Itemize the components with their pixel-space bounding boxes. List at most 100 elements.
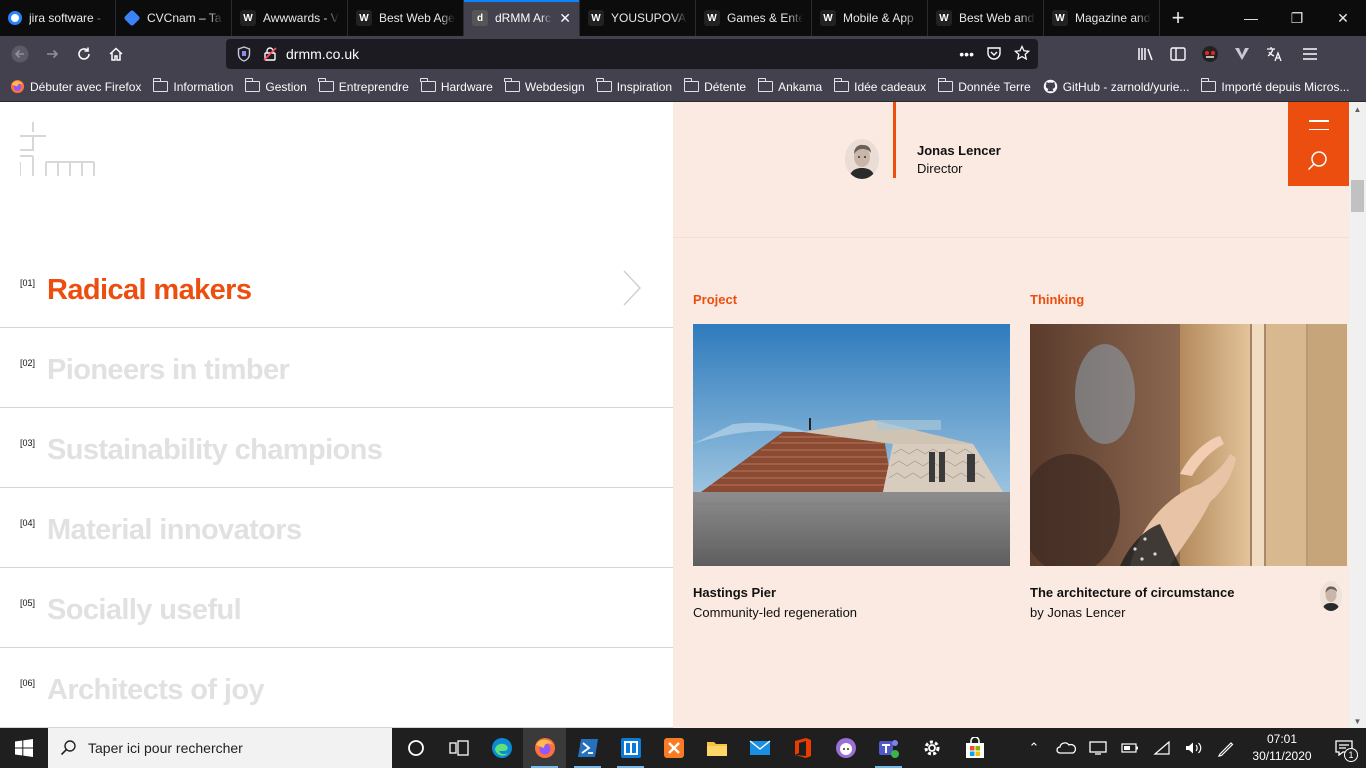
store-icon[interactable] xyxy=(953,728,996,768)
bookmark-folder[interactable]: Ankama xyxy=(757,78,822,94)
sidebar-icon[interactable] xyxy=(1162,38,1194,70)
menu-item-sustainability-champions[interactable]: [03] Sustainability champions xyxy=(0,408,673,488)
extension-icon[interactable] xyxy=(1194,38,1226,70)
person-role: Director xyxy=(917,161,963,176)
scroll-thumb[interactable] xyxy=(1351,180,1364,212)
back-button[interactable] xyxy=(4,38,36,70)
browser-tab[interactable]: W Best Web Age xyxy=(348,0,464,36)
menu-item-architects-of-joy[interactable]: [06] Architects of joy xyxy=(0,648,673,728)
chevron-right-icon[interactable] xyxy=(620,269,644,307)
library-icon[interactable] xyxy=(1130,38,1162,70)
awwwards-icon: W xyxy=(704,10,720,26)
awwwards-icon: W xyxy=(588,10,604,26)
browser-tab[interactable]: W Awwwards - V xyxy=(232,0,348,36)
bookmark-folder[interactable]: Inspiration xyxy=(596,78,672,94)
forward-button[interactable] xyxy=(36,38,68,70)
card-subtitle: Community-led regeneration xyxy=(693,605,858,620)
browser-tab[interactable]: CVCnam – Ta xyxy=(116,0,232,36)
drmm-logo[interactable] xyxy=(19,122,95,183)
browser-tab[interactable]: jira software - xyxy=(0,0,116,36)
wifi-icon[interactable] xyxy=(1146,728,1178,768)
taskbar-search[interactable]: Taper ici pour rechercher xyxy=(48,728,392,768)
browser-tab[interactable]: W YOUSUPOVA xyxy=(580,0,696,36)
card-section-label[interactable]: Project xyxy=(693,292,737,307)
app-window-icon[interactable] xyxy=(609,728,652,768)
xampp-icon[interactable] xyxy=(652,728,695,768)
onedrive-icon[interactable] xyxy=(1050,728,1082,768)
bookmark-folder[interactable]: Donnée Terre xyxy=(937,78,1031,94)
more-actions-icon[interactable]: ••• xyxy=(959,46,974,62)
hamburger-menu-icon[interactable] xyxy=(1290,38,1330,70)
cortana-icon[interactable] xyxy=(394,728,437,768)
bookmark-folder[interactable]: Détente xyxy=(683,78,746,94)
clock-date: 30/11/2020 xyxy=(1252,749,1312,763)
home-button[interactable] xyxy=(100,38,132,70)
restore-button[interactable]: ❐ xyxy=(1274,0,1320,36)
new-tab-button[interactable]: + xyxy=(1160,0,1196,36)
menu-item-radical-makers[interactable]: [01] Radical makers xyxy=(0,248,673,328)
browser-tab[interactable]: W Games & Ente xyxy=(696,0,812,36)
bookmark-folder[interactable]: Importé depuis Micros... xyxy=(1201,78,1349,94)
awwwards-icon: W xyxy=(820,10,836,26)
pocket-icon[interactable] xyxy=(986,45,1002,64)
bookmark-folder[interactable]: Information xyxy=(152,78,233,94)
bookmark-item[interactable]: GitHub - zarnold/yurie... xyxy=(1043,79,1189,94)
volume-icon[interactable] xyxy=(1178,728,1210,768)
pen-workspace-icon[interactable] xyxy=(1210,728,1242,768)
firefox-taskbar-icon[interactable] xyxy=(523,728,566,768)
powershell-icon[interactable] xyxy=(566,728,609,768)
clock[interactable]: 07:01 30/11/2020 xyxy=(1242,731,1322,765)
start-button[interactable] xyxy=(0,728,48,768)
close-window-button[interactable]: ✕ xyxy=(1320,0,1366,36)
browser-tab[interactable]: W Magazine and xyxy=(1044,0,1160,36)
notification-center-icon[interactable]: 1 xyxy=(1322,728,1366,768)
bookmark-folder[interactable]: Idée cadeaux xyxy=(833,78,926,94)
card-section-label[interactable]: Thinking xyxy=(1030,292,1084,307)
hamburger-icon[interactable] xyxy=(1309,120,1329,137)
bookmark-star-icon[interactable] xyxy=(1013,44,1031,64)
shield-icon[interactable] xyxy=(234,46,254,62)
menu-item-socially-useful[interactable]: [05] Socially useful xyxy=(0,568,673,648)
bookmark-folder[interactable]: Webdesign xyxy=(504,78,585,94)
search-icon[interactable] xyxy=(1307,150,1329,172)
hastings-pier-image[interactable] xyxy=(693,324,1010,566)
menu-item-material-innovators[interactable]: [04] Material innovators xyxy=(0,488,673,568)
browser-tab[interactable]: W Mobile & App xyxy=(812,0,928,36)
architecture-of-circumstance-image[interactable] xyxy=(1030,324,1347,566)
translate-icon[interactable] xyxy=(1258,38,1290,70)
minimize-button[interactable]: — xyxy=(1228,0,1274,36)
mail-icon[interactable] xyxy=(738,728,781,768)
page-scrollbar[interactable]: ▲ ▼ xyxy=(1349,102,1366,728)
bookmark-folder[interactable]: Hardware xyxy=(420,78,493,94)
insecure-lock-icon[interactable] xyxy=(260,46,280,62)
edge-icon[interactable] xyxy=(480,728,523,768)
url-bar[interactable]: drmm.co.uk ••• xyxy=(226,39,1038,69)
url-text[interactable]: drmm.co.uk xyxy=(286,46,359,62)
file-explorer-icon[interactable] xyxy=(695,728,738,768)
office-icon[interactable] xyxy=(781,728,824,768)
vivaldi-like-icon[interactable] xyxy=(1226,38,1258,70)
bookmark-item[interactable]: Débuter avec Firefox xyxy=(10,79,141,94)
browser-tab-active[interactable]: d dRMM Arc ✕ xyxy=(464,0,580,36)
bookmark-folder[interactable]: Entreprendre xyxy=(318,78,409,94)
folder-icon xyxy=(833,78,850,92)
teams-icon[interactable] xyxy=(867,728,910,768)
card-title[interactable]: The architecture of circumstance xyxy=(1030,585,1234,600)
tab-bar: jira software - CVCnam – Ta W Awwwards -… xyxy=(0,0,1366,36)
github-desktop-icon[interactable] xyxy=(824,728,867,768)
scroll-down-arrow-icon[interactable]: ▼ xyxy=(1349,714,1366,728)
settings-gear-icon[interactable] xyxy=(910,728,953,768)
battery-icon[interactable] xyxy=(1114,728,1146,768)
menu-item-number: [05] xyxy=(20,598,36,608)
show-hidden-icons-chevron-up-icon[interactable]: ⌃ xyxy=(1018,728,1050,768)
display-icon[interactable] xyxy=(1082,728,1114,768)
scroll-up-arrow-icon[interactable]: ▲ xyxy=(1349,102,1366,116)
reload-button[interactable] xyxy=(68,38,100,70)
task-view-icon[interactable] xyxy=(437,728,480,768)
close-tab-icon[interactable]: ✕ xyxy=(559,10,571,27)
bookmark-folder[interactable]: Gestion xyxy=(245,78,307,94)
browser-tab[interactable]: W Best Web and xyxy=(928,0,1044,36)
card-title[interactable]: Hastings Pier xyxy=(693,585,776,600)
menu-item-pioneers-in-timber[interactable]: [02] Pioneers in timber xyxy=(0,328,673,408)
menu-item-label: Socially useful xyxy=(47,594,242,626)
